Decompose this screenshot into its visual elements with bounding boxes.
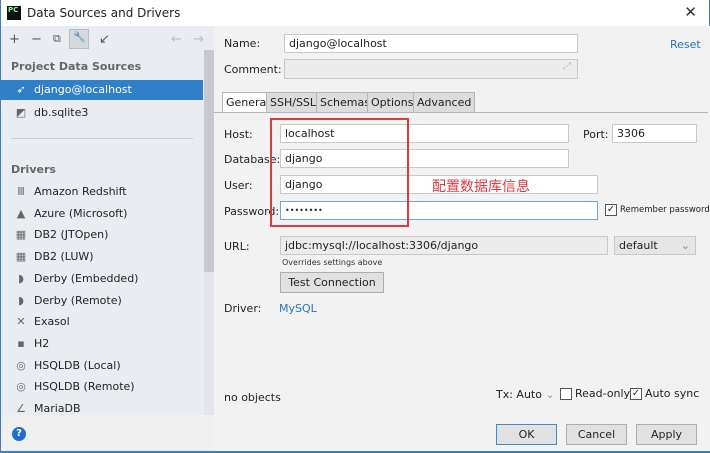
port-input[interactable]: 3306 [612, 124, 697, 143]
sqlite-icon: ◩ [15, 106, 27, 119]
driver-label: Driver: [224, 302, 262, 315]
sidebar-footer: ? [0, 415, 214, 453]
import-icon[interactable]: ↙ [99, 32, 110, 47]
data-source-django-localhost[interactable]: ➶ django@localhost [1, 80, 203, 100]
driver-item[interactable]: ◗ Derby (Embedded) [1, 269, 203, 289]
auto-sync-label: Auto sync [645, 387, 700, 400]
driver-icon: ▲ [16, 206, 26, 220]
driver-icon: ◎ [16, 358, 26, 372]
drivers-header: Drivers [11, 163, 56, 176]
overrides-note: Overrides settings above [282, 258, 383, 267]
driver-icon: ✕ [16, 315, 26, 329]
forward-arrow-icon[interactable]: → [193, 32, 204, 47]
data-source-db-sqlite3[interactable]: ◩ db.sqlite3 [1, 103, 203, 123]
read-only-label: Read-only [575, 387, 631, 400]
annotation-text: 配置数据库信息 [432, 179, 530, 195]
help-icon[interactable]: ? [12, 427, 26, 441]
driver-item[interactable]: ▦ DB2 (JTOpen) [1, 225, 203, 245]
tab-options[interactable]: Options [367, 92, 418, 113]
status-text: no objects [224, 391, 281, 404]
read-only-checkbox[interactable] [560, 388, 572, 400]
user-label: User: [224, 179, 253, 192]
url-label: URL: [224, 240, 250, 253]
host-label: Host: [224, 128, 253, 141]
name-input[interactable]: django@localhost [284, 34, 578, 53]
project-data-sources-header: Project Data Sources [11, 60, 142, 73]
comment-label: Comment: [224, 63, 282, 76]
port-label: Port: [583, 128, 609, 141]
duplicate-icon[interactable]: ⧉ [53, 32, 61, 46]
driver-item[interactable]: ▪ H2 [1, 334, 203, 354]
driver-icon: ▪ [17, 336, 25, 350]
driver-item[interactable]: Ⅲ Amazon Redshift [1, 182, 203, 202]
ok-button[interactable]: OK [496, 424, 557, 445]
window-title: Data Sources and Drivers [27, 6, 181, 20]
driver-item[interactable]: ◗ Derby (Remote) [1, 291, 203, 311]
tab-advanced[interactable]: Advanced [413, 92, 476, 113]
driver-icon: ◗ [18, 293, 24, 307]
sidebar: + − ⧉ 🔧 ↙ ← → Project Data Sources ➶ djan… [0, 26, 214, 415]
reset-link[interactable]: Reset [670, 38, 701, 51]
mysql-dolphin-icon: ➶ [16, 83, 26, 96]
chevron-down-icon: ⌄ [680, 239, 690, 252]
remember-password-label: Remember password [620, 205, 710, 215]
remember-password-checkbox[interactable]: ✓ [605, 204, 617, 216]
auto-sync-checkbox[interactable]: ✓ [630, 388, 642, 400]
driver-icon: ∠ [16, 402, 26, 415]
tab-divider [214, 112, 708, 113]
driver-item[interactable]: ✕ Exasol [1, 312, 203, 332]
title-bar: PC Data Sources and Drivers ✕ [0, 0, 710, 26]
url-input[interactable]: jdbc:mysql://localhost:3306/django [280, 236, 608, 255]
close-icon[interactable]: ✕ [684, 3, 697, 21]
scrollbar-thumb[interactable] [204, 50, 214, 272]
name-label: Name: [224, 37, 261, 50]
expand-icon[interactable]: ⤢ [563, 61, 571, 72]
divider [11, 138, 193, 139]
driver-icon: Ⅲ [17, 185, 25, 198]
driver-icon: ▦ [15, 250, 27, 264]
apply-button[interactable]: Apply [636, 424, 697, 445]
driver-item[interactable]: ◎ HSQLDB (Local) [1, 356, 203, 376]
driver-icon: ◗ [18, 271, 24, 285]
tab-schemas[interactable]: Schemas [316, 92, 374, 113]
highlight-annotation-box [270, 118, 409, 227]
comment-input[interactable] [284, 59, 578, 79]
driver-mysql-link[interactable]: MySQL [279, 302, 317, 315]
driver-item[interactable]: ▲ Azure (Microsoft) [1, 204, 203, 224]
driver-item[interactable]: ◎ HSQLDB (Remote) [1, 377, 203, 397]
remove-icon[interactable]: − [31, 32, 42, 47]
tx-mode-dropdown[interactable]: Tx: Auto ⌄ [496, 388, 555, 401]
tab-ssh-ssl[interactable]: SSH/SSL [266, 92, 321, 113]
driver-icon: ◎ [16, 380, 26, 394]
wrench-icon[interactable]: 🔧 [69, 29, 89, 49]
app-logo-icon: PC [7, 6, 21, 20]
cancel-button[interactable]: Cancel [566, 424, 627, 445]
driver-item[interactable]: ▦ DB2 (LUW) [1, 247, 203, 267]
driver-icon: ▦ [15, 228, 27, 242]
url-mode-select[interactable]: default ⌄ [614, 236, 696, 255]
add-icon[interactable]: + [9, 32, 20, 47]
test-connection-button[interactable]: Test Connection [280, 272, 384, 293]
back-arrow-icon[interactable]: ← [171, 32, 182, 47]
